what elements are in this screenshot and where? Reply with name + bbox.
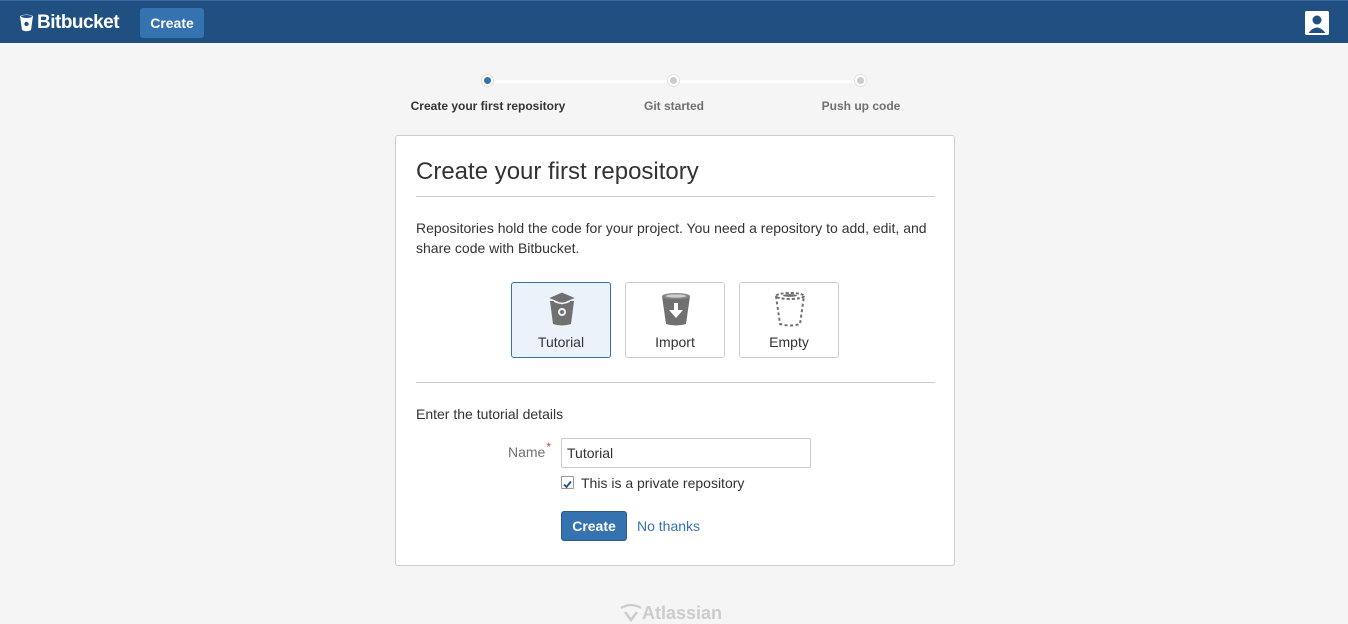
atlassian-name: Atlassian (642, 602, 723, 623)
option-empty[interactable]: Empty (739, 282, 839, 358)
option-import[interactable]: Import (625, 282, 725, 358)
title-divider (416, 196, 935, 197)
section-label: Enter the tutorial details (416, 406, 564, 422)
create-repository-button[interactable]: Create (561, 511, 627, 541)
step-2-label: Git started (643, 99, 705, 113)
card-description: Repositories hold the code for your proj… (416, 220, 927, 256)
required-marker: * (546, 440, 552, 454)
private-repository-label[interactable]: This is a private repository (581, 475, 744, 491)
name-label-text: Name (508, 444, 546, 460)
option-tutorial-label: Tutorial (537, 334, 585, 350)
atlassian-icon (620, 604, 642, 622)
brand-name: Bitbucket (37, 12, 120, 33)
name-input[interactable] (561, 438, 811, 468)
import-bucket-icon (662, 293, 690, 326)
create-repository-card: Create your first repository Repositorie… (395, 135, 955, 566)
options-divider (416, 382, 935, 383)
create-button[interactable]: Create (140, 8, 204, 38)
bitbucket-logo[interactable]: Bitbucket (19, 11, 120, 35)
user-avatar-icon[interactable] (1305, 11, 1329, 35)
step-1-label: Create your first repository (410, 99, 566, 113)
empty-bucket-icon (775, 292, 805, 327)
private-repository-checkbox[interactable] (561, 476, 574, 489)
tutorial-bucket-icon (546, 291, 578, 326)
option-import-label: Import (655, 334, 695, 350)
name-field-label: Name* (508, 440, 551, 460)
checkmark-icon (563, 480, 572, 489)
bitbucket-bucket-icon (20, 14, 33, 32)
card-title: Create your first repository (416, 158, 699, 185)
step-2-dot (668, 75, 679, 86)
option-tutorial[interactable]: Tutorial (511, 282, 611, 358)
no-thanks-link[interactable]: No thanks (637, 518, 700, 534)
step-1-dot (482, 75, 493, 86)
atlassian-logo[interactable]: Atlassian (620, 603, 722, 623)
top-navigation-bar: Bitbucket Create (0, 0, 1348, 43)
step-3-label: Push up code (821, 99, 901, 113)
option-empty-label: Empty (769, 334, 809, 350)
step-3-dot (855, 75, 866, 86)
